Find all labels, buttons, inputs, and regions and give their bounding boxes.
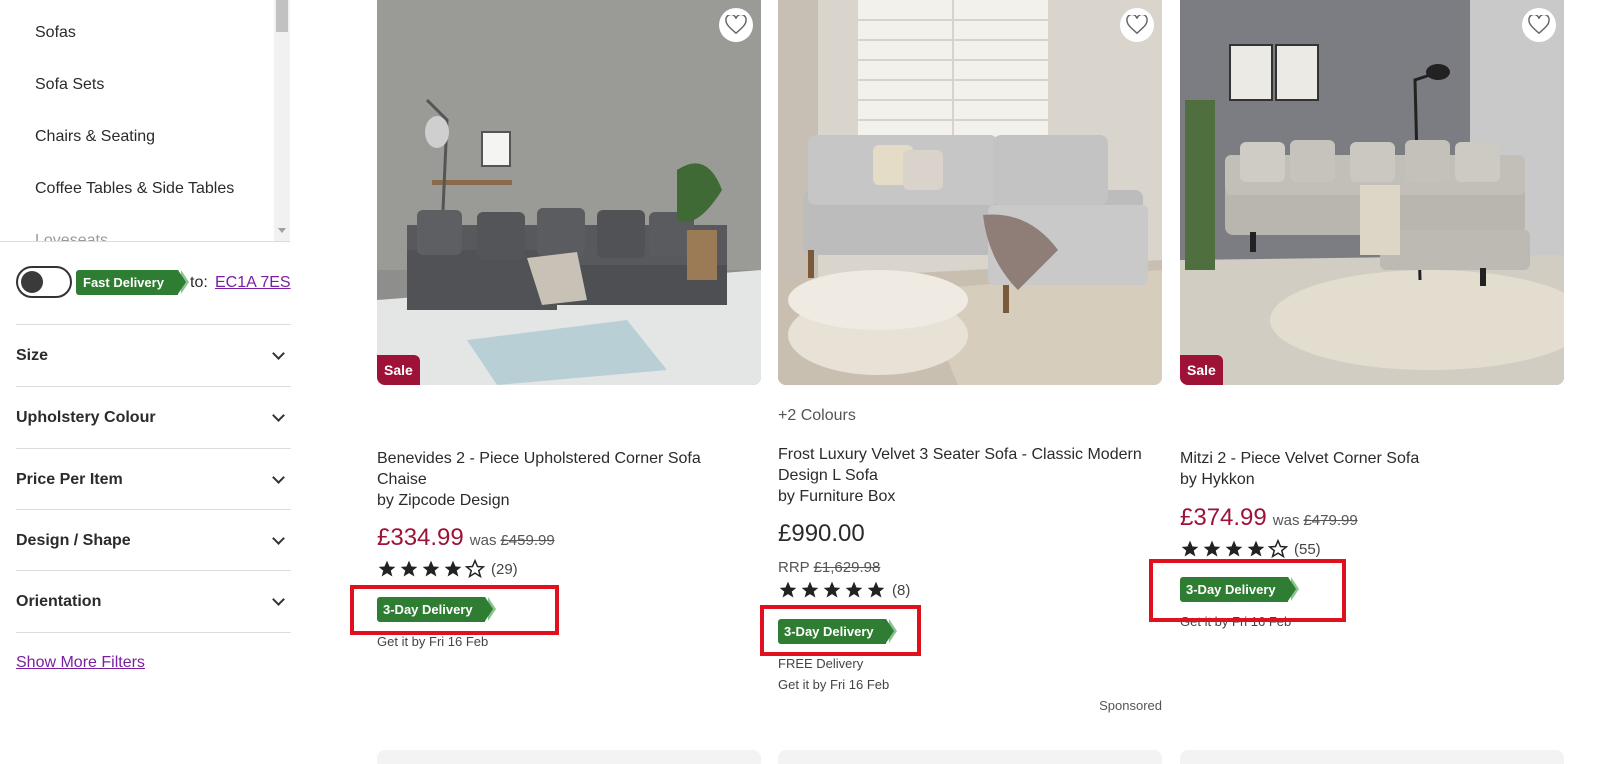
product-title[interactable]: Frost Luxury Velvet 3 Seater Sofa - Clas… xyxy=(778,444,1148,486)
product-brand[interactable]: by Zipcode Design xyxy=(377,490,747,511)
star-empty-icon xyxy=(465,559,485,579)
star-filled-icon xyxy=(823,581,841,598)
wishlist-heart-icon[interactable] xyxy=(1120,8,1154,42)
filter-label: Price Per Item xyxy=(16,471,123,488)
colour-options[interactable]: +2 Colours xyxy=(778,407,856,425)
star-rating[interactable]: (8) xyxy=(778,580,910,600)
product-card-next xyxy=(1180,750,1564,764)
divider xyxy=(16,632,291,633)
category-loveseats[interactable]: Loveseats xyxy=(35,232,108,241)
star-filled-icon xyxy=(1203,540,1221,557)
delivery-to-label: to: xyxy=(190,274,208,291)
star-filled-icon xyxy=(1225,540,1243,557)
star-rating[interactable]: (55) xyxy=(1180,539,1321,559)
filter-label: Orientation xyxy=(16,593,102,610)
was-label: was xyxy=(469,532,497,549)
postcode-link[interactable]: EC1A 7ES xyxy=(215,274,291,292)
stars xyxy=(377,559,487,579)
sale-price: £374.99 xyxy=(1180,504,1267,531)
chevron-down-icon xyxy=(272,347,285,360)
sale-price: £334.99 xyxy=(377,524,464,551)
star-filled-icon xyxy=(422,560,440,577)
delivery-date: Get it by Fri 16 Feb xyxy=(778,677,890,692)
product-brand[interactable]: by Furniture Box xyxy=(778,486,1148,507)
star-filled-icon xyxy=(801,581,819,598)
product-card-next xyxy=(778,750,1162,764)
fast-delivery-badge: Fast Delivery xyxy=(76,270,189,295)
category-chairs-seating[interactable]: Chairs & Seating xyxy=(35,128,155,146)
chevron-down-icon xyxy=(272,409,285,422)
scroll-down-arrow-icon[interactable] xyxy=(278,228,286,233)
chevron-down-icon xyxy=(272,593,285,606)
price-row: £990.00 xyxy=(778,520,865,548)
wishlist-heart-icon[interactable] xyxy=(1522,8,1556,42)
star-filled-icon xyxy=(779,581,797,598)
highlight-box xyxy=(1149,559,1346,622)
toggle-knob xyxy=(21,271,43,293)
category-sofa-sets[interactable]: Sofa Sets xyxy=(35,76,104,94)
highlight-box xyxy=(760,605,921,656)
was-label: was xyxy=(1272,512,1300,529)
chevron-down-icon xyxy=(272,471,285,484)
sale-badge: Sale xyxy=(377,355,420,385)
product-image[interactable]: Sale xyxy=(377,0,761,385)
rrp-price: £1,629.98 xyxy=(813,559,881,576)
was-price: £459.99 xyxy=(500,532,555,549)
filter-label: Design / Shape xyxy=(16,532,131,549)
star-filled-icon xyxy=(444,560,462,577)
delivery-date: Get it by Fri 16 Feb xyxy=(377,634,489,649)
product-image[interactable] xyxy=(778,0,1162,385)
category-sofas[interactable]: Sofas xyxy=(35,24,76,42)
review-count: (55) xyxy=(1294,540,1321,558)
price-row: £374.99 was £479.99 xyxy=(1180,504,1358,532)
sponsored-label: Sponsored xyxy=(1099,698,1162,713)
star-rating[interactable]: (29) xyxy=(377,559,518,579)
star-empty-icon xyxy=(1268,539,1288,559)
filter-sidebar: Sofas Sofa Sets Chairs & Seating Coffee … xyxy=(0,0,300,764)
product-image[interactable]: Sale xyxy=(1180,0,1564,385)
stars xyxy=(778,580,888,600)
stars xyxy=(1180,539,1290,559)
rrp-label: RRP xyxy=(778,559,810,576)
filter-label: Upholstery Colour xyxy=(16,409,156,426)
category-list: Sofas Sofa Sets Chairs & Seating Coffee … xyxy=(0,0,290,242)
filter-design-shape[interactable]: Design / Shape xyxy=(16,509,291,571)
product-brand[interactable]: by Hykkon xyxy=(1180,469,1550,490)
review-count: (29) xyxy=(491,560,518,578)
price: £990.00 xyxy=(778,520,865,547)
highlight-box xyxy=(350,585,559,635)
star-filled-icon xyxy=(867,581,885,598)
fast-delivery-toggle[interactable] xyxy=(16,266,72,298)
star-filled-icon xyxy=(1247,540,1265,557)
filter-size[interactable]: Size xyxy=(16,324,291,386)
price-row: £334.99 was £459.99 xyxy=(377,524,555,552)
chevron-down-icon xyxy=(272,532,285,545)
free-delivery-text: FREE Delivery xyxy=(778,656,864,671)
wishlist-heart-icon[interactable] xyxy=(719,8,753,42)
filter-orientation[interactable]: Orientation xyxy=(16,570,291,632)
star-filled-icon xyxy=(845,581,863,598)
rrp-row: RRP £1,629.98 xyxy=(778,559,880,576)
category-coffee-tables[interactable]: Coffee Tables & Side Tables xyxy=(35,180,234,198)
show-more-filters-link[interactable]: Show More Filters xyxy=(16,654,145,672)
star-filled-icon xyxy=(400,560,418,577)
filter-label: Size xyxy=(16,347,49,364)
product-card-next xyxy=(377,750,761,764)
filter-upholstery-colour[interactable]: Upholstery Colour xyxy=(16,386,291,448)
sale-badge: Sale xyxy=(1180,355,1223,385)
scrollbar-thumb[interactable] xyxy=(276,0,288,32)
was-price: £479.99 xyxy=(1303,512,1358,529)
review-count: (8) xyxy=(892,581,911,599)
star-filled-icon xyxy=(378,560,396,577)
category-scrollbar[interactable] xyxy=(274,0,290,241)
filter-price-per-item[interactable]: Price Per Item xyxy=(16,448,291,510)
star-filled-icon xyxy=(1181,540,1199,557)
product-title[interactable]: Benevides 2 - Piece Upholstered Corner S… xyxy=(377,448,747,490)
product-title[interactable]: Mitzi 2 - Piece Velvet Corner Sofa xyxy=(1180,448,1550,469)
